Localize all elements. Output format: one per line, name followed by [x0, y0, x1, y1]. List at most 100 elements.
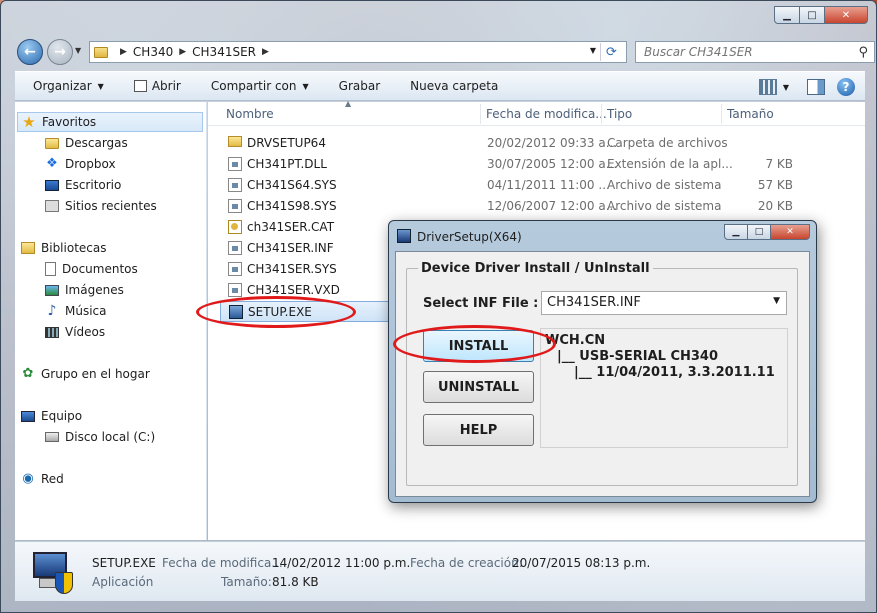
file-row[interactable]: CH341S98.SYS 12/06/2007 12:00 a... Archi…	[220, 196, 800, 217]
setup-application-icon	[229, 305, 243, 319]
nav-music-label: Música	[65, 304, 107, 318]
details-size-value: 81.8 KB	[272, 575, 319, 589]
nav-documents[interactable]: Documentos	[45, 259, 235, 279]
chevron-down-icon[interactable]: ▼	[773, 296, 780, 306]
folder-icon	[228, 136, 242, 147]
help-icon[interactable]: ?	[837, 78, 855, 96]
chevron-right-icon: ▶	[262, 47, 269, 57]
nav-homegroup[interactable]: ✿Grupo en el hogar	[21, 364, 211, 384]
nav-favorites[interactable]: ★Favoritos	[17, 112, 203, 132]
setup-application-icon	[397, 229, 411, 243]
column-divider[interactable]	[601, 104, 602, 124]
details-size-label: Tamaño:	[221, 575, 272, 589]
driver-setup-dialog: DriverSetup(X64) ▁ □ ✕ Device Driver Ins…	[388, 220, 817, 503]
address-bar[interactable]: ▶ CH340 ▶ CH341SER ▶ ▼ ⟳	[89, 41, 627, 63]
pictures-icon	[45, 285, 59, 296]
column-size[interactable]: Tamaño	[727, 107, 774, 121]
nav-pictures[interactable]: Imágenes	[45, 280, 235, 300]
search-icon[interactable]: ⚲	[858, 45, 868, 60]
arrow-left-icon: ←	[24, 44, 36, 60]
videos-icon	[45, 327, 59, 338]
address-dropdown-icon[interactable]: ▼	[590, 46, 596, 55]
dll-file-icon	[228, 157, 242, 171]
nav-documents-label: Documentos	[62, 262, 138, 276]
file-row-selected[interactable]: SETUP.EXE	[220, 301, 390, 322]
forward-button[interactable]: →	[47, 39, 73, 65]
open-label: Abrir	[152, 79, 181, 93]
info-vendor: WCH.CN	[545, 333, 605, 348]
inf-file-select[interactable]: CH341SER.INF ▼	[541, 291, 787, 315]
file-name: CH341S64.SYS	[247, 178, 337, 192]
file-type: Archivo de sistema	[607, 178, 721, 192]
security-catalog-icon	[228, 220, 242, 234]
recent-places-icon	[45, 200, 59, 212]
nav-recent-places[interactable]: Sitios recientes	[45, 196, 235, 216]
folder-icon	[94, 47, 108, 58]
column-divider[interactable]	[721, 104, 722, 124]
column-date[interactable]: Fecha de modifica...	[486, 107, 607, 121]
dialog-client-area: Device Driver Install / UnInstall Select…	[395, 251, 810, 497]
column-type[interactable]: Tipo	[607, 107, 632, 121]
nav-videos[interactable]: Vídeos	[45, 322, 235, 342]
driver-info-box: WCH.CN |__ USB-SERIAL CH340 |__ 11/04/20…	[540, 328, 788, 448]
history-dropdown[interactable]: ▼	[75, 46, 81, 55]
nav-dropbox[interactable]: ❖Dropbox	[45, 154, 235, 174]
file-type: Extensión de la apl...	[607, 157, 733, 171]
organize-label: Organizar	[33, 79, 92, 93]
file-type: Archivo de sistema	[607, 199, 721, 213]
inf-file-label: Select INF File :	[423, 296, 538, 311]
open-button[interactable]: Abrir	[134, 79, 181, 93]
column-divider[interactable]	[480, 104, 481, 124]
share-menu[interactable]: Compartir con▼	[211, 79, 309, 93]
close-button[interactable]: ✕	[824, 6, 868, 24]
preview-pane-icon[interactable]	[807, 79, 825, 95]
back-button[interactable]: ←	[17, 39, 43, 65]
chevron-down-icon[interactable]: ▼	[783, 83, 789, 92]
breadcrumb-ch340[interactable]: CH340	[133, 45, 173, 59]
burn-button[interactable]: Grabar	[339, 79, 381, 93]
new-folder-label: Nueva carpeta	[410, 79, 498, 93]
help-button[interactable]: HELP	[423, 414, 534, 446]
uninstall-button[interactable]: UNINSTALL	[423, 371, 534, 403]
application-icon	[134, 80, 147, 92]
file-row[interactable]: CH341PT.DLL 30/07/2005 12:00 a... Extens…	[220, 154, 800, 175]
nav-desktop[interactable]: Escritorio	[45, 175, 235, 195]
dialog-maximize-button[interactable]: □	[747, 224, 771, 240]
chevron-right-icon: ▶	[179, 47, 186, 57]
nav-network-label: Red	[41, 472, 64, 486]
desktop-icon	[45, 180, 59, 191]
nav-network[interactable]: ◉Red	[21, 469, 211, 489]
dialog-title: DriverSetup(X64)	[417, 230, 522, 244]
dialog-minimize-button[interactable]: ▁	[724, 224, 748, 240]
nav-downloads-label: Descargas	[65, 136, 128, 150]
file-row[interactable]: CH341S64.SYS 04/11/2011 11:00 ... Archiv…	[220, 175, 800, 196]
arrow-right-icon: →	[54, 44, 66, 60]
file-name: CH341PT.DLL	[247, 157, 327, 171]
sort-ascending-icon: ▲	[345, 99, 351, 108]
organize-menu[interactable]: Organizar ▼	[33, 79, 104, 93]
nav-downloads[interactable]: Descargas	[45, 133, 235, 153]
dialog-caption-buttons: ▁ □ ✕	[725, 224, 810, 240]
file-row[interactable]: DRVSETUP64 20/02/2012 09:33 a... Carpeta…	[220, 133, 800, 154]
column-name[interactable]: Nombre	[226, 107, 274, 121]
install-button[interactable]: INSTALL	[423, 330, 534, 362]
nav-libraries[interactable]: Bibliotecas	[21, 238, 211, 258]
search-input[interactable]	[642, 44, 842, 60]
change-view-icon[interactable]	[759, 79, 777, 95]
navigation-row: ← → ▼ ▶ CH340 ▶ CH341SER ▶ ▼ ⟳ ⚲	[15, 37, 865, 67]
maximize-button[interactable]: □	[799, 6, 825, 24]
file-name: DRVSETUP64	[247, 136, 326, 150]
minimize-button[interactable]: ▁	[774, 6, 800, 24]
dialog-close-button[interactable]: ✕	[770, 224, 810, 240]
system-file-icon	[228, 199, 242, 213]
chevron-down-icon: ▼	[98, 82, 104, 91]
nav-music[interactable]: ♪ Música	[45, 301, 235, 321]
breadcrumb-ch341ser[interactable]: CH341SER	[192, 45, 256, 59]
new-folder-button[interactable]: Nueva carpeta	[410, 79, 498, 93]
file-name: CH341SER.SYS	[247, 262, 337, 276]
music-icon: ♪	[45, 304, 59, 318]
group-title: Device Driver Install / UnInstall	[418, 261, 653, 276]
refresh-icon[interactable]: ⟳	[600, 43, 622, 61]
nav-local-disk[interactable]: Disco local (C:)	[45, 427, 235, 447]
nav-computer[interactable]: Equipo	[21, 406, 211, 426]
